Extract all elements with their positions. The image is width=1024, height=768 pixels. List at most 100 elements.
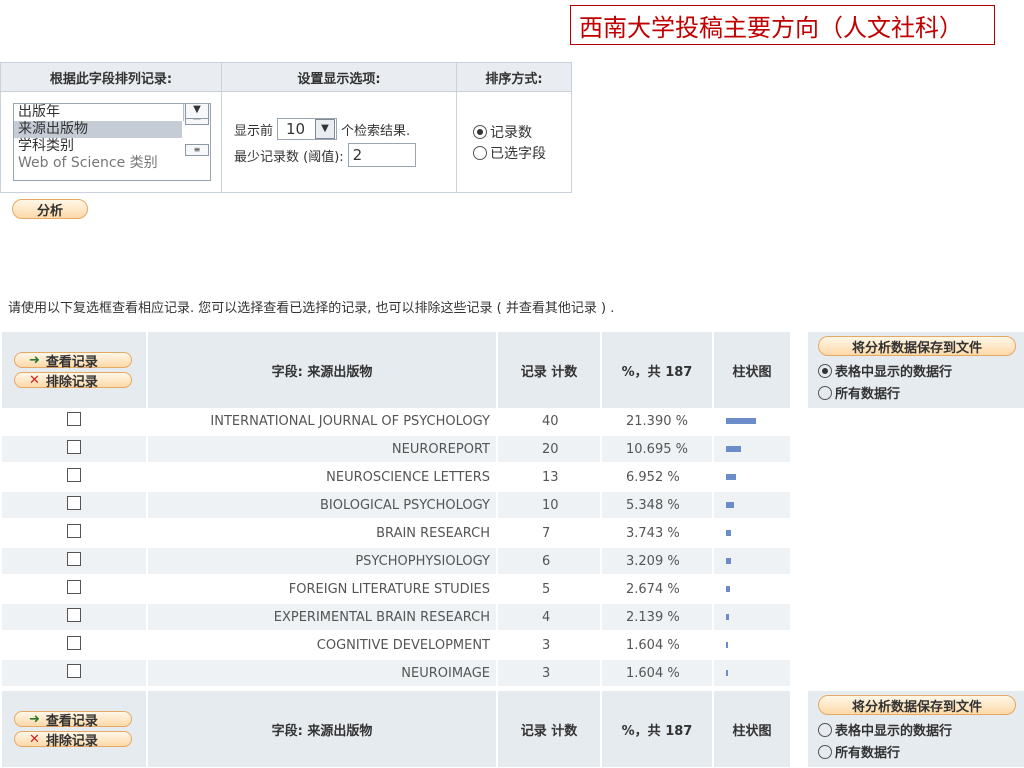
field-option[interactable]: Web of Science 类别 <box>14 155 210 172</box>
row-checkbox[interactable] <box>67 636 81 650</box>
analyze-button[interactable]: 分析 <box>12 199 88 219</box>
bar-cell <box>714 632 790 660</box>
record-count: 4 <box>498 604 600 632</box>
show-top-select[interactable]: 10 ▼ <box>277 118 338 140</box>
scroll-thumb-icon[interactable]: ≡ <box>185 144 209 156</box>
slide-title: 西南大学投稿主要方向（人文社科） <box>570 5 995 45</box>
count-bar <box>726 614 729 620</box>
results-footer-row: ➜ 查看记录 ✕ 排除记录 字段: 来源出版物 记录 计数 %，共 187 柱状图 <box>2 691 790 767</box>
source-title: NEUROSCIENCE LETTERS <box>148 464 496 492</box>
source-title: INTERNATIONAL JOURNAL OF PSYCHOLOGY <box>148 408 496 436</box>
field-option[interactable]: 出版年 <box>14 104 210 121</box>
radio-unchecked-icon[interactable] <box>818 722 832 737</box>
radio-unchecked-icon[interactable] <box>473 145 487 160</box>
field-option-selected[interactable]: 来源出版物 <box>14 121 182 138</box>
chevron-down-icon[interactable]: ▼ <box>315 119 336 139</box>
results-table: ➜ 查看记录 ✕ 排除记录 字段: 来源出版物 记录 计数 %，共 187 柱状图 … <box>0 332 792 688</box>
record-percent: 2.674 % <box>602 576 712 604</box>
save-shown-rows-radio[interactable]: 表格中显示的数据行 <box>818 719 952 740</box>
save-option-label: 所有数据行 <box>835 387 901 402</box>
save-all-rows-radio[interactable]: 所有数据行 <box>818 741 900 762</box>
bar-cell <box>714 520 790 548</box>
order-option-label: 记录数 <box>490 124 532 141</box>
min-records-input[interactable]: 2 <box>347 143 416 167</box>
row-checkbox-cell <box>2 604 146 632</box>
exclude-records-button[interactable]: ✕ 排除记录 <box>14 372 132 390</box>
scroll-down-icon[interactable]: ▼ <box>185 104 209 119</box>
listbox-scrollbar[interactable]: ▲ ≡ ▼ <box>183 104 210 156</box>
record-percent: 5.348 % <box>602 492 712 520</box>
save-all-rows-radio[interactable]: 所有数据行 <box>818 382 900 403</box>
row-checkbox-cell <box>2 408 146 436</box>
row-checkbox[interactable] <box>67 664 81 678</box>
bar-cell <box>714 576 790 604</box>
record-percent: 2.139 % <box>602 604 712 632</box>
row-checkbox[interactable] <box>67 580 81 594</box>
source-title: BRAIN RESEARCH <box>148 520 496 548</box>
record-percent: 6.952 % <box>602 464 712 492</box>
source-title: BIOLOGICAL PSYCHOLOGY <box>148 492 496 520</box>
row-checkbox[interactable] <box>67 412 81 426</box>
count-bar <box>726 586 730 592</box>
row-checkbox[interactable] <box>67 440 81 454</box>
radio-unchecked-icon[interactable] <box>818 744 832 759</box>
save-shown-rows-radio[interactable]: 表格中显示的数据行 <box>818 360 952 381</box>
save-to-file-button[interactable]: 将分析数据保存到文件 <box>818 695 1016 715</box>
row-checkbox-cell <box>2 660 146 688</box>
arrow-right-icon: ➜ <box>29 352 40 368</box>
table-row: BRAIN RESEARCH 7 3.743 % <box>2 520 790 548</box>
count-bar <box>726 530 731 536</box>
view-records-button[interactable]: ➜ 查看记录 <box>14 711 132 729</box>
order-option-label: 已选字段 <box>490 145 546 162</box>
save-panel-bottom: 将分析数据保存到文件 表格中显示的数据行 所有数据行 <box>808 691 1024 767</box>
show-top-value: 10 <box>286 120 306 138</box>
field-column-header: 字段: 来源出版物 <box>148 691 496 767</box>
source-title: NEUROREPORT <box>148 436 496 464</box>
table-row: EXPERIMENTAL BRAIN RESEARCH 4 2.139 % <box>2 604 790 632</box>
row-checkbox[interactable] <box>67 552 81 566</box>
count-bar <box>726 642 728 648</box>
row-checkbox[interactable] <box>67 608 81 622</box>
exclude-records-button[interactable]: ✕ 排除记录 <box>14 731 132 749</box>
record-actions-cell: ➜ 查看记录 ✕ 排除记录 <box>2 332 146 408</box>
count-bar <box>726 502 734 508</box>
count-bar <box>726 418 756 424</box>
record-count: 3 <box>498 660 600 688</box>
row-checkbox-cell <box>2 576 146 604</box>
bar-cell <box>714 548 790 576</box>
radio-checked-icon[interactable] <box>818 363 832 378</box>
row-checkbox[interactable] <box>67 468 81 482</box>
field-column-header: 字段: 来源出版物 <box>148 332 496 408</box>
show-top-suffix: 个检索结果. <box>341 123 411 139</box>
bar-cell <box>714 660 790 688</box>
field-listbox[interactable]: 出版年 来源出版物 学科类别 Web of Science 类别 ▲ ≡ ▼ <box>13 103 211 181</box>
analysis-options-panel: 根据此字段排列记录: 设置显示选项: 排序方式: 出版年 来源出版物 学科类别 … <box>0 62 572 193</box>
record-percent: 10.695 % <box>602 436 712 464</box>
view-records-label: 查看记录 <box>45 354 98 370</box>
bar-column-header: 柱状图 <box>714 332 790 408</box>
field-option[interactable]: 学科类别 <box>14 138 210 155</box>
row-checkbox[interactable] <box>67 496 81 510</box>
save-panel-top: 将分析数据保存到文件 表格中显示的数据行 所有数据行 <box>808 332 1024 408</box>
bar-cell <box>714 492 790 520</box>
table-row: COGNITIVE DEVELOPMENT 3 1.604 % <box>2 632 790 660</box>
radio-unchecked-icon[interactable] <box>818 385 832 400</box>
sort-order-header: 排序方式: <box>456 62 572 92</box>
save-option-label: 表格中显示的数据行 <box>835 365 953 380</box>
record-percent: 3.209 % <box>602 548 712 576</box>
order-by-count-radio[interactable]: 记录数 <box>473 121 571 142</box>
count-column-header: 记录 计数 <box>498 691 600 767</box>
results-header-row: ➜ 查看记录 ✕ 排除记录 字段: 来源出版物 记录 计数 %，共 187 柱状图 <box>2 332 790 408</box>
instruction-note: 请使用以下复选框查看相应记录. 您可以选择查看已选择的记录, 也可以排除这些记录… <box>8 301 615 316</box>
bar-cell <box>714 408 790 436</box>
count-bar <box>726 670 728 676</box>
row-checkbox[interactable] <box>67 524 81 538</box>
table-row: NEUROREPORT 20 10.695 % <box>2 436 790 464</box>
save-to-file-button[interactable]: 将分析数据保存到文件 <box>818 336 1016 356</box>
close-icon: ✕ <box>29 731 40 747</box>
view-records-button[interactable]: ➜ 查看记录 <box>14 352 132 370</box>
arrow-right-icon: ➜ <box>29 711 40 727</box>
order-by-field-radio[interactable]: 已选字段 <box>473 142 571 163</box>
record-count: 3 <box>498 632 600 660</box>
radio-checked-icon[interactable] <box>473 124 487 139</box>
